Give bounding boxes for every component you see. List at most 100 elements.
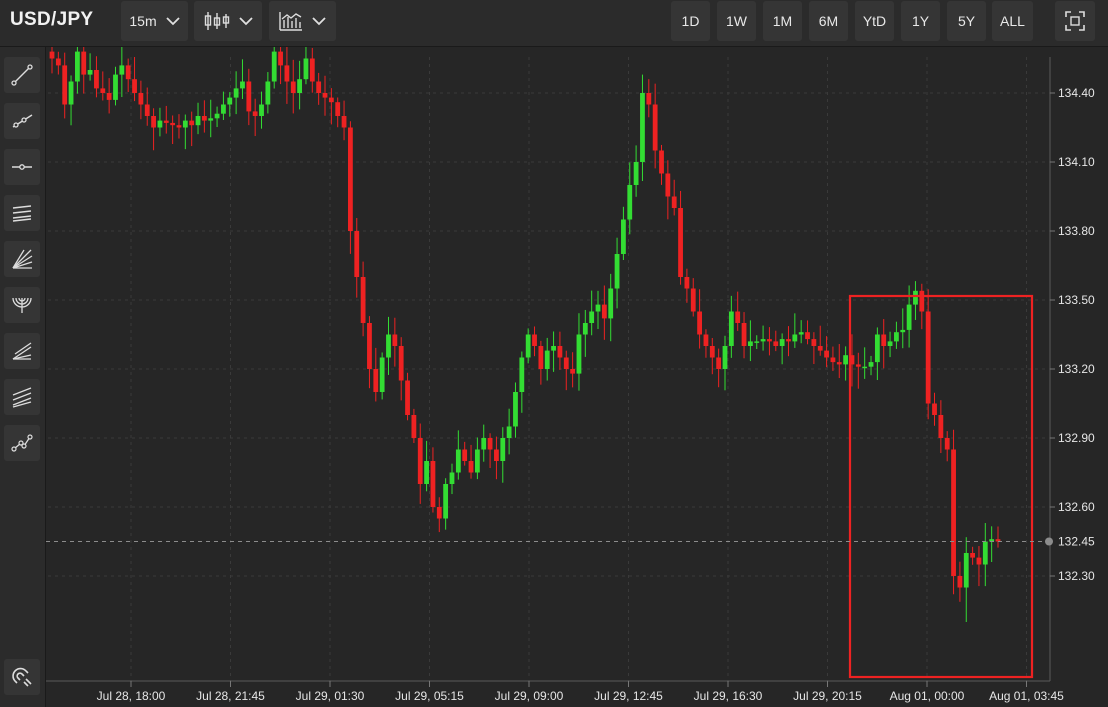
path-tool[interactable] [4, 425, 40, 461]
chart-style-dropdown[interactable] [194, 1, 262, 41]
candle-body [728, 311, 734, 346]
candle-body [474, 449, 480, 473]
x-tick-label: Jul 29, 05:15 [395, 689, 464, 703]
candle-body [297, 79, 303, 93]
range-ytd-button[interactable]: YtD [855, 1, 894, 41]
regression-icon [12, 387, 32, 408]
ray-line-tool[interactable] [4, 103, 40, 139]
candle-body [874, 334, 880, 363]
candle-body [862, 366, 868, 369]
candle-body [747, 341, 753, 346]
drawing-tools-sidebar [0, 47, 46, 707]
range-6m-button[interactable]: 6M [809, 1, 848, 41]
candle-body [570, 369, 576, 374]
chart-background [46, 47, 1108, 707]
candle-body [322, 93, 328, 98]
symbol-label[interactable]: USD/JPY [10, 9, 93, 31]
candle-body [532, 334, 537, 346]
regression-tool[interactable] [4, 379, 40, 415]
fan-tool[interactable] [4, 241, 40, 277]
candle-body [944, 438, 950, 450]
range-1w-button[interactable]: 1W [717, 1, 756, 41]
candle-body [513, 392, 518, 427]
price-chart[interactable]: 134.40 134.10 133.80 133.50 133.20 132.90 132.… [46, 47, 1108, 707]
range-5y-button[interactable]: 5Y [947, 1, 986, 41]
pitchfork-tool[interactable] [4, 333, 40, 369]
candle-body [449, 472, 455, 484]
candle-body [354, 231, 360, 277]
path-icon [11, 434, 33, 452]
range-1d-button[interactable]: 1D [671, 1, 710, 41]
candle-body [652, 104, 658, 151]
candle-body [970, 553, 976, 558]
candle-body [741, 323, 747, 346]
candle-body [957, 576, 963, 588]
candle-body [87, 70, 93, 75]
range-1m-button[interactable]: 1M [763, 1, 802, 41]
candle-body [786, 339, 791, 342]
candle-body [627, 185, 633, 220]
candle-body [189, 120, 195, 126]
arc-icon [12, 297, 32, 313]
horizontal-line-tool[interactable] [4, 149, 40, 185]
candle-body [633, 162, 639, 185]
candle-body [151, 116, 156, 128]
candle-body [595, 304, 601, 312]
candle-body [932, 403, 937, 415]
candle-body [138, 93, 144, 105]
candle-body [525, 334, 531, 358]
candle-body [252, 111, 258, 116]
candle-body [855, 364, 861, 367]
candle-body [455, 449, 461, 473]
candle-body [417, 438, 423, 484]
candle-body [976, 557, 982, 565]
candle-body [386, 334, 391, 358]
y-tick-label: 133.20 [1058, 362, 1095, 376]
chevron-down-icon [238, 16, 253, 25]
x-tick-label: Aug 01, 00:00 [890, 689, 965, 703]
candle-body [557, 346, 563, 358]
indicators-dropdown[interactable] [269, 1, 336, 41]
candle-body [221, 104, 226, 114]
magnet-tool[interactable] [4, 659, 40, 695]
arc-tool[interactable] [4, 287, 40, 323]
candle-body [754, 341, 760, 343]
candle-body [887, 341, 893, 346]
candle-body [208, 118, 214, 121]
candle-body [303, 58, 309, 80]
magnet-icon [12, 667, 32, 687]
y-tick-label: 134.40 [1058, 86, 1095, 100]
candle-body [614, 254, 620, 289]
candle-body [722, 346, 728, 369]
candle-body [836, 362, 842, 365]
candle-body [430, 461, 436, 507]
candle-body [963, 553, 969, 588]
candle-body [348, 127, 353, 231]
x-tick-label: Jul 29, 12:45 [594, 689, 663, 703]
range-all-button[interactable]: ALL [992, 1, 1033, 41]
candle-body [792, 334, 798, 342]
y-tick-label: 133.80 [1058, 224, 1095, 238]
pitchfork-icon [12, 342, 32, 360]
interval-dropdown[interactable]: 15m [121, 1, 188, 41]
candle-body [576, 334, 582, 374]
parallel-channel-tool[interactable] [4, 195, 40, 231]
candle-body [665, 173, 671, 197]
candle-body [62, 65, 68, 105]
trend-line-tool[interactable] [4, 57, 40, 93]
candle-body [379, 357, 385, 392]
candle-body [621, 219, 626, 254]
candle-body [290, 81, 296, 93]
x-tick-label: Jul 29, 09:00 [495, 689, 564, 703]
candle-body [106, 93, 112, 100]
trend-line-icon [11, 64, 33, 86]
candle-body [494, 449, 499, 461]
range-label: 1M [772, 13, 793, 29]
candle-body [157, 120, 163, 128]
candle-body [716, 357, 722, 369]
fullscreen-button[interactable] [1055, 1, 1095, 41]
range-1y-button[interactable]: 1Y [901, 1, 940, 41]
candle-body [195, 116, 201, 126]
y-tick-label: 132.60 [1058, 500, 1095, 514]
candle-body [360, 277, 366, 323]
